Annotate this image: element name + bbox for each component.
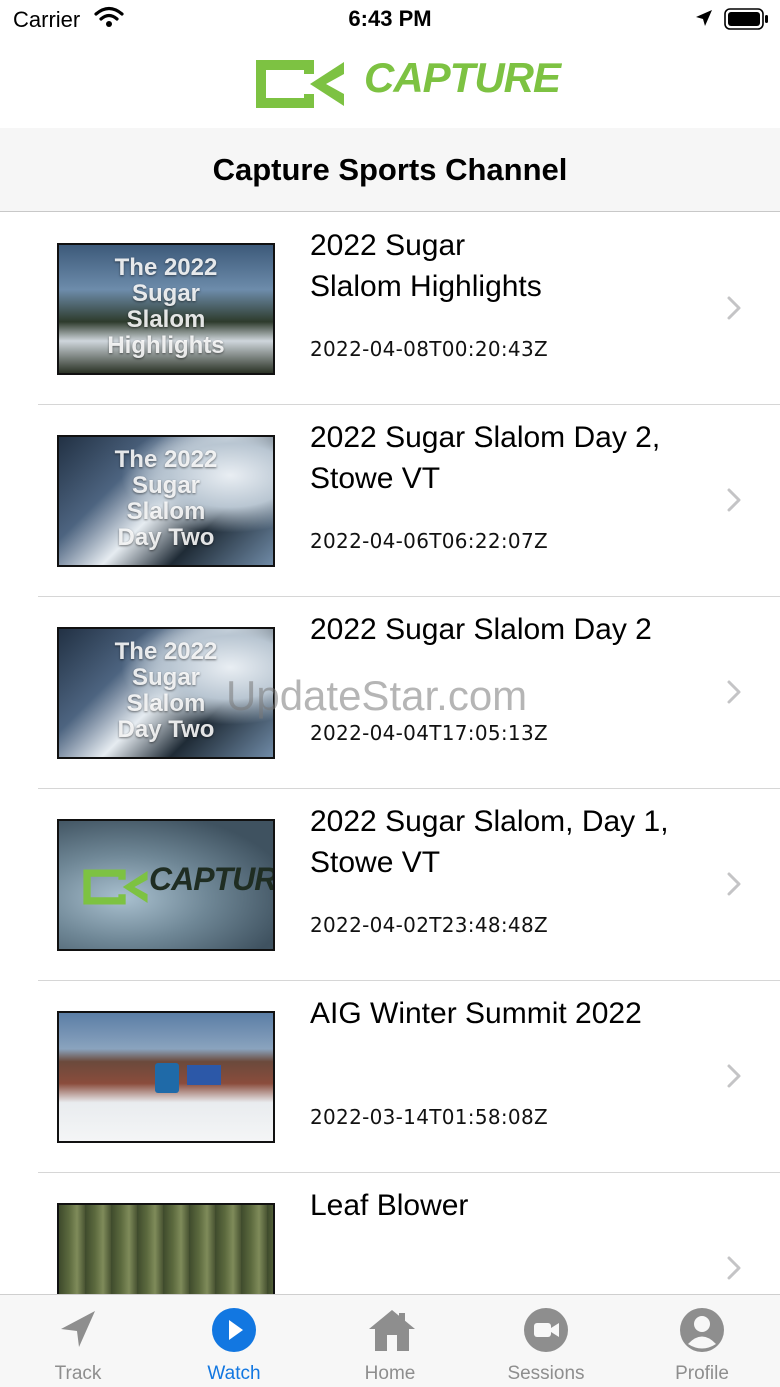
video-row[interactable]: AIG Winter Summit 2022 2022-03-14T01:58:…	[0, 981, 780, 1173]
video-title: 2022 Sugar Slalom Highlights	[310, 225, 710, 307]
video-title: 2022 Sugar Slalom, Day 1, Stowe VT	[310, 801, 710, 883]
brand-header: CAPTURE	[0, 40, 780, 128]
thumbnail-text: CAPTURE	[149, 861, 275, 897]
navigation-bar: Capture Sports Channel	[0, 128, 780, 212]
video-date: 2022-04-04T17:05:13Z	[310, 721, 548, 745]
tab-label: Home	[364, 1363, 416, 1384]
chevron-right-icon	[726, 1255, 742, 1286]
tab-bar: Track Watch Home Sessions Profile	[0, 1294, 780, 1387]
tab-home[interactable]: Home	[312, 1295, 468, 1387]
video-title: 2022 Sugar Slalom Day 2	[310, 609, 710, 650]
video-date: 2022-03-14T01:58:08Z	[310, 1105, 548, 1129]
chevron-right-icon	[726, 487, 742, 518]
status-bar: Carrier 6:43 PM	[0, 0, 780, 40]
video-list[interactable]: The 2022 Sugar Slalom Highlights 2022 Sugar…	[0, 213, 780, 1294]
brand-name: CAPTURE	[364, 54, 561, 101]
tab-profile[interactable]: Profile	[624, 1295, 780, 1387]
video-row[interactable]: The 2022 Sugar Slalom Day Two 2022 Sugar Sl…	[0, 405, 780, 597]
video-title: 2022 Sugar Slalom Day 2, Stowe VT	[310, 417, 710, 499]
video-title-text: 2022 Sugar Slalom Day 2	[310, 613, 652, 646]
chevron-right-icon	[726, 295, 742, 326]
chevron-right-icon	[726, 1063, 742, 1094]
video-thumbnail: CAPTURE	[57, 819, 275, 951]
tab-label: Track	[54, 1363, 102, 1384]
video-title-text: 2022 Sugar Slalom Day 2, Stowe VT	[310, 421, 661, 495]
tab-label: Watch	[207, 1363, 261, 1384]
tab-sessions[interactable]: Sessions	[468, 1295, 624, 1387]
video-row[interactable]: CAPTURE 2022 Sugar Slalom, Day 1, Stowe …	[0, 789, 780, 981]
video-row[interactable]: Leaf Blower	[0, 1173, 780, 1294]
video-row[interactable]: The 2022 Sugar Slalom Highlights 2022 Sugar…	[0, 213, 780, 405]
video-title-text: Leaf Blower	[310, 1189, 469, 1222]
page-title: Capture Sports Channel	[212, 152, 568, 187]
chevron-right-icon	[726, 679, 742, 710]
thumbnail-text: The 2022 Sugar Slalom Day Two	[114, 446, 218, 551]
person-circle-icon	[679, 1307, 725, 1353]
chevron-right-icon	[726, 871, 742, 902]
house-icon	[367, 1307, 415, 1353]
banner	[187, 1065, 221, 1085]
tab-label: Profile	[675, 1363, 729, 1384]
capture-logo-icon	[83, 869, 148, 905]
video-title: Leaf Blower	[310, 1185, 710, 1226]
video-camera-icon	[523, 1307, 569, 1353]
video-date: 2022-04-08T00:20:43Z	[310, 337, 548, 361]
skier-figure	[155, 1063, 179, 1093]
watermark: UpdateStar.com	[226, 672, 528, 719]
tab-watch[interactable]: Watch	[156, 1295, 312, 1387]
video-title-text: 2022 Sugar Slalom Highlights	[310, 229, 542, 303]
battery-icon	[724, 8, 770, 35]
tab-label: Sessions	[507, 1363, 585, 1384]
video-thumbnail: The 2022 Sugar Slalom Day Two	[57, 435, 275, 567]
video-thumbnail: The 2022 Sugar Slalom Highlights	[57, 243, 275, 375]
status-time: 6:43 PM	[348, 6, 432, 31]
location-arrow-icon	[55, 1307, 101, 1353]
video-thumbnail	[57, 1203, 275, 1294]
tab-track[interactable]: Track	[0, 1295, 156, 1387]
video-date: 2022-04-06T06:22:07Z	[310, 529, 548, 553]
thumbnail-text: The 2022 Sugar Slalom Highlights	[107, 254, 225, 359]
video-date: 2022-04-02T23:48:48Z	[310, 913, 548, 937]
capture-logo-icon	[250, 56, 346, 117]
play-circle-icon	[211, 1307, 257, 1353]
video-thumbnail	[57, 1011, 275, 1143]
video-title-text: AIG Winter Summit 2022	[310, 997, 642, 1030]
video-title: AIG Winter Summit 2022	[310, 993, 710, 1034]
location-services-icon	[694, 8, 714, 33]
video-title-text: 2022 Sugar Slalom, Day 1, Stowe VT	[310, 805, 669, 879]
